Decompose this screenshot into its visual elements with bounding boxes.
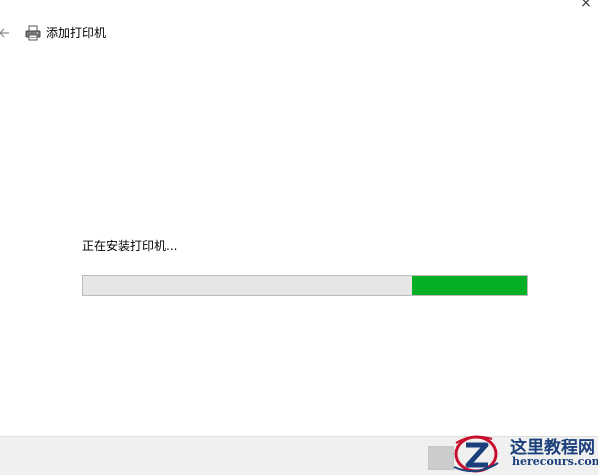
back-arrow-icon [0, 28, 9, 38]
install-progress-bar [82, 275, 528, 296]
close-button[interactable]: × [574, 0, 598, 12]
close-icon: × [580, 0, 592, 11]
install-status-text: 正在安装打印机... [82, 239, 178, 253]
watermark-url: herecours.com [512, 455, 598, 468]
progress-fill [411, 276, 527, 295]
window-title: 添加打印机 [46, 26, 107, 40]
next-button[interactable] [428, 446, 454, 470]
watermark: 这里教程网 herecours.com [452, 431, 598, 475]
back-button[interactable] [0, 22, 12, 44]
title-bar: 添加打印机 [0, 22, 106, 44]
add-printer-window: × 添加打印机 正在安装打印机... 这里教程网 herecours.com [0, 0, 598, 475]
watermark-logo-icon [453, 435, 499, 473]
printer-icon [24, 24, 42, 42]
